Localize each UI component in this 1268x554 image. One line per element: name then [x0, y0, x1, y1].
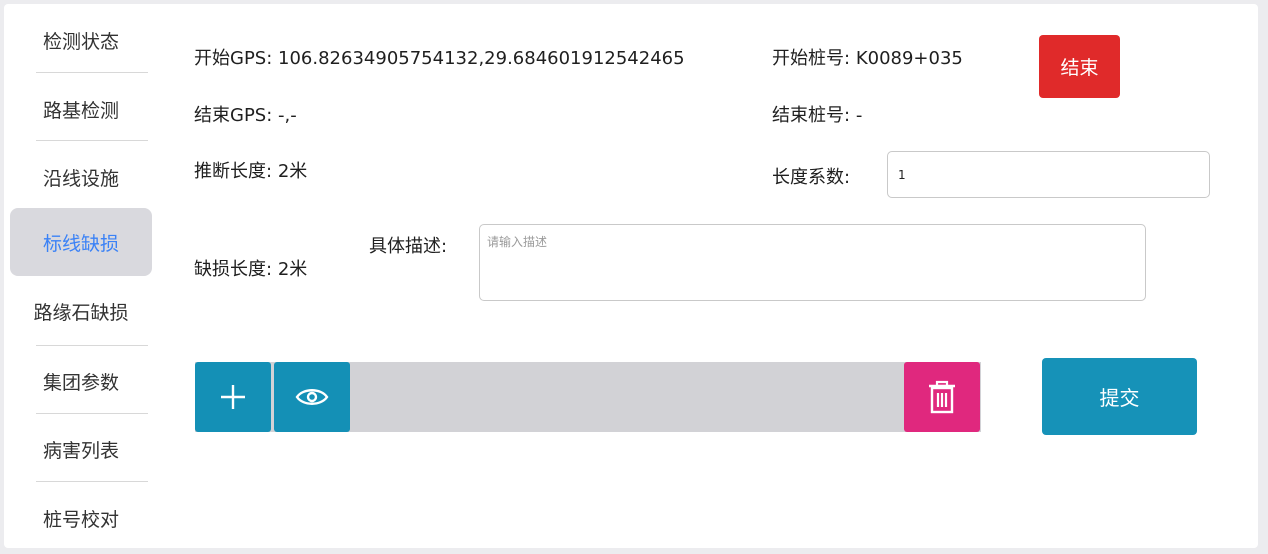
defect-length-label: 缺损长度: [194, 259, 273, 280]
end-gps-row: 结束GPS: -,- [194, 101, 297, 127]
sidebar-divider [36, 72, 148, 73]
end-stake-row: 结束桩号: - [772, 101, 862, 127]
sidebar-item-detection-status[interactable]: 检测状态 [10, 8, 152, 72]
inferred-length-value: 2米 [277, 161, 308, 182]
description-label: 具体描述: [369, 236, 448, 257]
sidebar-item-label: 病害列表 [42, 439, 119, 462]
start-stake-row: 开始桩号: K0089+035 [772, 44, 963, 70]
plus-icon [221, 385, 245, 409]
sidebar-item-label: 沿线设施 [42, 167, 119, 190]
start-gps-label: 开始GPS: [194, 48, 273, 69]
sidebar-item-label: 标线缺损 [42, 232, 119, 255]
sidebar-item-roadbed[interactable]: 路基检测 [10, 77, 152, 141]
delete-button[interactable] [904, 362, 980, 432]
sidebar-item-label: 路缘石缺损 [33, 301, 129, 324]
end-gps-label: 结束GPS: [194, 105, 273, 126]
end-gps-value: -,- [278, 105, 297, 126]
length-factor-input[interactable] [887, 151, 1210, 198]
end-stake-label: 结束桩号: [772, 105, 851, 126]
sidebar-divider [36, 481, 148, 482]
sidebar-divider [36, 413, 148, 414]
sidebar-item-label: 桩号校对 [42, 508, 119, 531]
end-button[interactable]: 结束 [1039, 35, 1120, 98]
length-factor-label: 长度系数: [772, 167, 851, 188]
inferred-length-label: 推断长度: [194, 161, 273, 182]
sidebar-item-label: 路基检测 [42, 99, 119, 122]
view-button[interactable] [274, 362, 350, 432]
start-gps-value: 106.82634905754132,29.684601912542465 [278, 48, 685, 69]
start-stake-label: 开始桩号: [772, 48, 851, 69]
sidebar-item-facilities[interactable]: 沿线设施 [10, 145, 152, 209]
sidebar: 检测状态 路基检测 沿线设施 标线缺损 路缘石缺损 集团参数 病害列表 桩号校对 [4, 4, 156, 548]
trash-icon [929, 380, 955, 414]
defect-length-row: 缺损长度: 2米 [194, 255, 307, 281]
sidebar-divider [36, 140, 148, 141]
start-stake-value: K0089+035 [855, 48, 963, 69]
submit-button[interactable]: 提交 [1042, 358, 1197, 435]
sidebar-item-group-params[interactable]: 集团参数 [10, 349, 152, 413]
sidebar-item-label: 检测状态 [42, 30, 119, 53]
description-input[interactable] [479, 224, 1146, 301]
inferred-length-row: 推断长度: 2米 [194, 157, 307, 183]
sidebar-item-curb-defect[interactable]: 路缘石缺损 [10, 279, 152, 343]
main-panel: 检测状态 路基检测 沿线设施 标线缺损 路缘石缺损 集团参数 病害列表 桩号校对… [4, 4, 1258, 548]
add-button[interactable] [195, 362, 271, 432]
start-gps-row: 开始GPS: 106.82634905754132,29.68460191254… [194, 44, 685, 70]
sidebar-item-label: 集团参数 [42, 371, 119, 394]
sidebar-item-marking-defect[interactable]: 标线缺损 [10, 208, 152, 276]
end-stake-value: - [855, 105, 863, 126]
sidebar-divider [36, 345, 148, 346]
defect-length-value: 2米 [277, 259, 308, 280]
eye-icon [295, 389, 329, 405]
sidebar-item-stake-check[interactable]: 桩号校对 [10, 486, 152, 550]
sidebar-item-defect-list[interactable]: 病害列表 [10, 417, 152, 481]
